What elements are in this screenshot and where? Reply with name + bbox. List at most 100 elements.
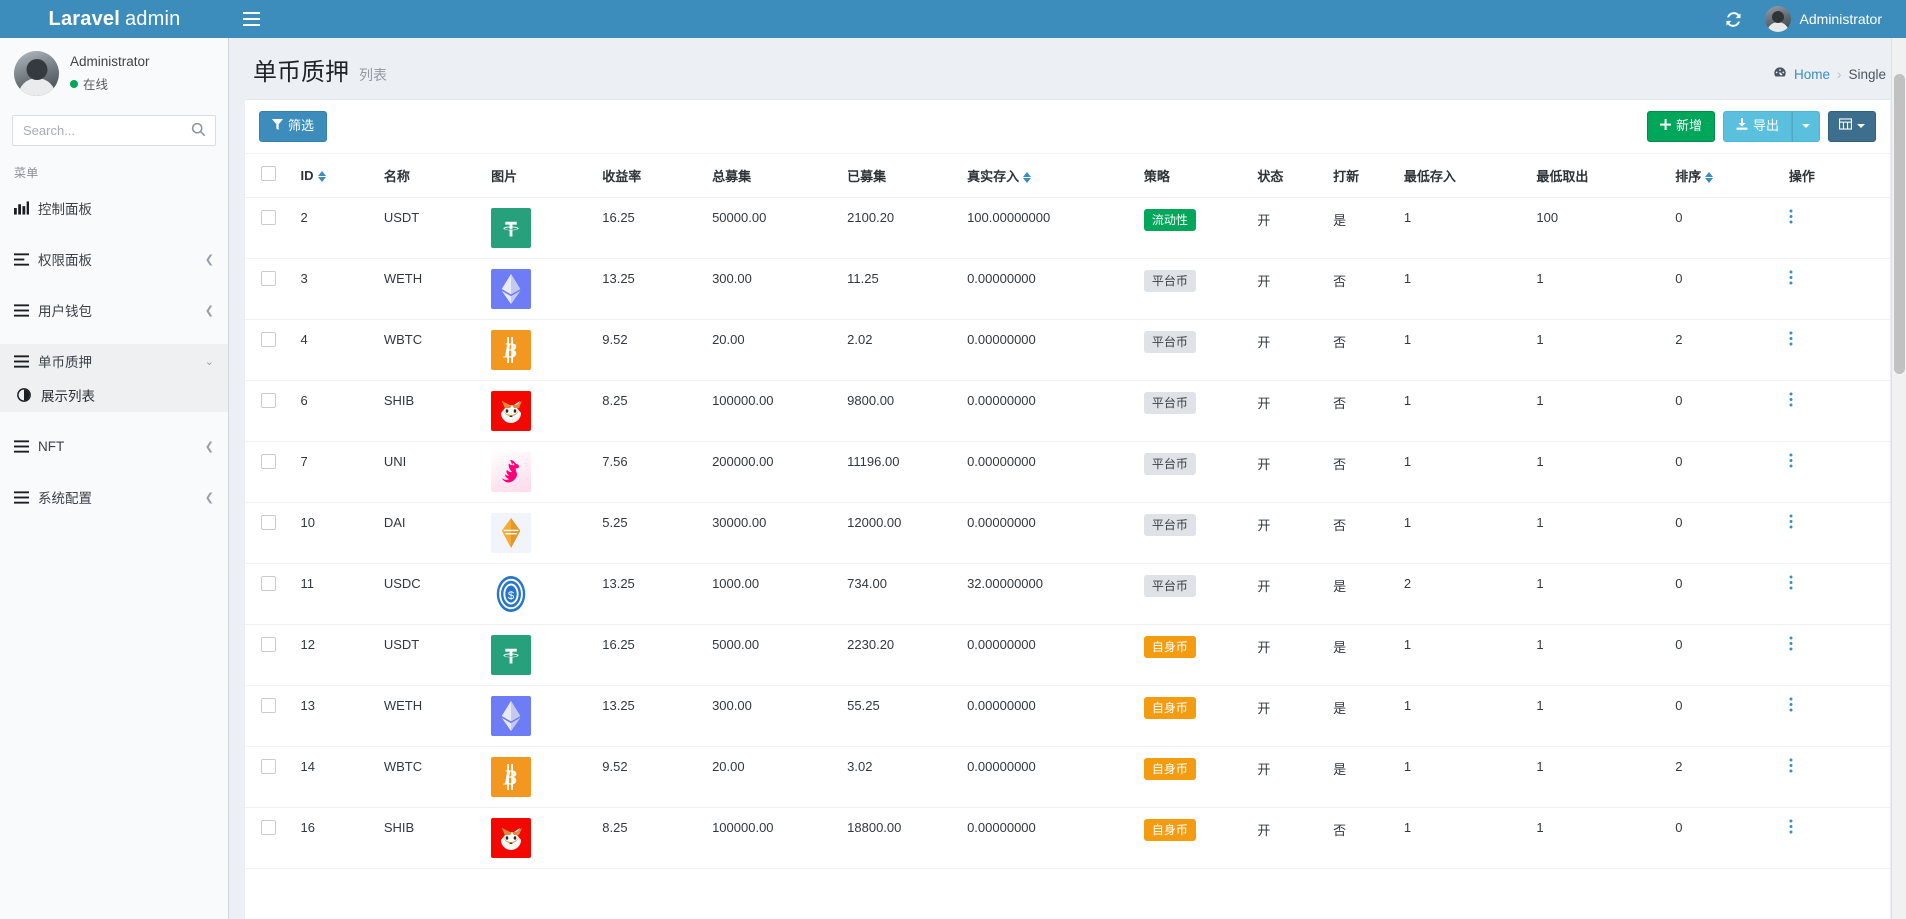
coin-logo-usdc-icon[interactable]: $ bbox=[491, 574, 596, 614]
cell-new-flag: 是 bbox=[1333, 746, 1404, 807]
th-sort-order[interactable]: 排序 bbox=[1675, 154, 1789, 198]
th-real-deposit[interactable]: 真实存入 bbox=[967, 154, 1144, 198]
sidebar-item-single-staking[interactable]: 单币质押 ⌄ bbox=[0, 344, 228, 378]
select-all-checkbox[interactable] bbox=[261, 166, 276, 181]
table-row[interactable]: 4WBTCB9.5220.002.020.00000000平台币开否112 bbox=[245, 319, 1890, 380]
cell-min-deposit: 2 bbox=[1404, 563, 1537, 624]
kebab-menu-icon[interactable] bbox=[1789, 516, 1793, 533]
cell-status: 开 bbox=[1257, 441, 1333, 502]
kebab-menu-icon[interactable] bbox=[1789, 760, 1793, 777]
cell-new-flag: 否 bbox=[1333, 502, 1404, 563]
svg-text:$: $ bbox=[508, 590, 515, 602]
kebab-menu-icon[interactable] bbox=[1789, 699, 1793, 716]
table-row[interactable]: 3WETH13.25300.0011.250.00000000平台币开否110 bbox=[245, 258, 1890, 319]
cell-image[interactable]: $ bbox=[491, 563, 602, 624]
kebab-menu-icon[interactable] bbox=[1789, 821, 1793, 838]
row-checkbox[interactable] bbox=[261, 820, 276, 835]
kebab-menu-icon[interactable] bbox=[1789, 394, 1793, 411]
cell-rate: 9.52 bbox=[602, 319, 712, 380]
page-scrollbar[interactable] bbox=[1891, 38, 1906, 919]
cell-image[interactable] bbox=[491, 807, 602, 868]
sort-icon[interactable] bbox=[1705, 172, 1713, 183]
sidebar-item-dashboard[interactable]: 控制面板 bbox=[0, 191, 228, 225]
kebab-menu-icon[interactable] bbox=[1789, 577, 1793, 594]
kebab-menu-icon[interactable] bbox=[1789, 333, 1793, 350]
cell-raised: 2100.20 bbox=[847, 197, 967, 258]
page-scrollbar-thumb[interactable] bbox=[1894, 74, 1905, 374]
row-checkbox[interactable] bbox=[261, 271, 276, 286]
cell-status: 开 bbox=[1257, 563, 1333, 624]
column-chooser-button[interactable] bbox=[1828, 111, 1876, 142]
table-row[interactable]: 10DAI5.2530000.0012000.000.00000000平台币开否… bbox=[245, 502, 1890, 563]
cell-image[interactable]: B bbox=[491, 319, 602, 380]
coin-logo-wbtc-icon[interactable]: B bbox=[491, 330, 596, 370]
kebab-menu-icon[interactable] bbox=[1789, 455, 1793, 472]
export-button[interactable]: 导出 bbox=[1723, 111, 1792, 142]
sidebar-item-display-list[interactable]: 展示列表 bbox=[0, 378, 228, 412]
sidebar-item-permissions[interactable]: 权限面板 ❮ bbox=[0, 242, 228, 276]
coin-logo-shib-icon[interactable] bbox=[491, 391, 596, 431]
coin-logo-shib-icon[interactable] bbox=[491, 818, 596, 858]
search-input[interactable] bbox=[13, 116, 215, 145]
sidebar-item-user-wallet[interactable]: 用户钱包 ❮ bbox=[0, 293, 228, 327]
search-icon[interactable] bbox=[191, 122, 206, 142]
sidebar-item-nft[interactable]: NFT ❮ bbox=[0, 429, 228, 463]
row-checkbox[interactable] bbox=[261, 759, 276, 774]
table-row[interactable]: 12USDT16.255000.002230.200.00000000自身币开是… bbox=[245, 624, 1890, 685]
table-row[interactable]: 7UNI7.56200000.0011196.000.00000000平台币开否… bbox=[245, 441, 1890, 502]
cell-min-deposit: 1 bbox=[1404, 502, 1537, 563]
th-id[interactable]: ID bbox=[301, 154, 384, 198]
table-row[interactable]: 16SHIB8.25100000.0018800.000.00000000自身币… bbox=[245, 807, 1890, 868]
row-checkbox[interactable] bbox=[261, 698, 276, 713]
cell-image[interactable] bbox=[491, 624, 602, 685]
sort-icon[interactable] bbox=[1023, 172, 1031, 183]
sidebar-item-system-config[interactable]: 系统配置 ❮ bbox=[0, 480, 228, 514]
cell-strategy: 自身币 bbox=[1144, 685, 1258, 746]
kebab-menu-icon[interactable] bbox=[1789, 638, 1793, 655]
cell-name: SHIB bbox=[384, 807, 491, 868]
table-row[interactable]: 13WETH13.25300.0055.250.00000000自身币开是110 bbox=[245, 685, 1890, 746]
table-row[interactable]: 11USDC$13.251000.00734.0032.00000000平台币开… bbox=[245, 563, 1890, 624]
content-area: 单币质押 列表 Home › Single bbox=[229, 38, 1906, 919]
cell-image[interactable] bbox=[491, 197, 602, 258]
row-checkbox[interactable] bbox=[261, 332, 276, 347]
cell-image[interactable] bbox=[491, 380, 602, 441]
table-row[interactable]: 6SHIB8.25100000.009800.000.00000000平台币开否… bbox=[245, 380, 1890, 441]
navbar-user-menu[interactable]: Administrator bbox=[1755, 0, 1894, 38]
cell-image[interactable] bbox=[491, 441, 602, 502]
export-dropdown-toggle[interactable] bbox=[1792, 111, 1820, 142]
chevron-right-icon: ❮ bbox=[205, 304, 214, 317]
refresh-icon[interactable] bbox=[1713, 0, 1755, 38]
cell-image[interactable] bbox=[491, 502, 602, 563]
brand-logo[interactable]: Laraveladmin bbox=[0, 0, 229, 38]
sidebar-search[interactable] bbox=[12, 115, 216, 146]
row-checkbox[interactable] bbox=[261, 637, 276, 652]
cell-image[interactable]: B bbox=[491, 746, 602, 807]
row-checkbox[interactable] bbox=[261, 576, 276, 591]
chevron-right-icon: ❮ bbox=[205, 491, 214, 504]
table-row[interactable]: 2USDT16.2550000.002100.20100.00000000流动性… bbox=[245, 197, 1890, 258]
cell-actions bbox=[1789, 502, 1890, 563]
row-checkbox[interactable] bbox=[261, 454, 276, 469]
sort-icon[interactable] bbox=[318, 171, 326, 182]
coin-logo-dai-icon[interactable] bbox=[491, 513, 596, 553]
kebab-menu-icon[interactable] bbox=[1789, 211, 1793, 228]
kebab-menu-icon[interactable] bbox=[1789, 272, 1793, 289]
cell-image[interactable] bbox=[491, 685, 602, 746]
row-checkbox[interactable] bbox=[261, 210, 276, 225]
strategy-badge: 自身币 bbox=[1144, 697, 1196, 719]
breadcrumb-home-link[interactable]: Home bbox=[1794, 67, 1830, 82]
row-checkbox[interactable] bbox=[261, 515, 276, 530]
row-checkbox[interactable] bbox=[261, 393, 276, 408]
table-row[interactable]: 14WBTCB9.5220.003.020.00000000自身币开是112 bbox=[245, 746, 1890, 807]
coin-logo-usdt-icon[interactable] bbox=[491, 208, 596, 248]
add-new-button[interactable]: 新增 bbox=[1647, 111, 1715, 142]
filter-button[interactable]: 筛选 bbox=[259, 111, 327, 142]
hamburger-menu-icon[interactable] bbox=[229, 0, 273, 38]
cell-image[interactable] bbox=[491, 258, 602, 319]
coin-logo-uni-icon[interactable] bbox=[491, 452, 596, 492]
coin-logo-wbtc-icon[interactable]: B bbox=[491, 757, 596, 797]
coin-logo-weth-icon[interactable] bbox=[491, 696, 596, 736]
coin-logo-weth-icon[interactable] bbox=[491, 269, 596, 309]
coin-logo-usdt-icon[interactable] bbox=[491, 635, 596, 675]
